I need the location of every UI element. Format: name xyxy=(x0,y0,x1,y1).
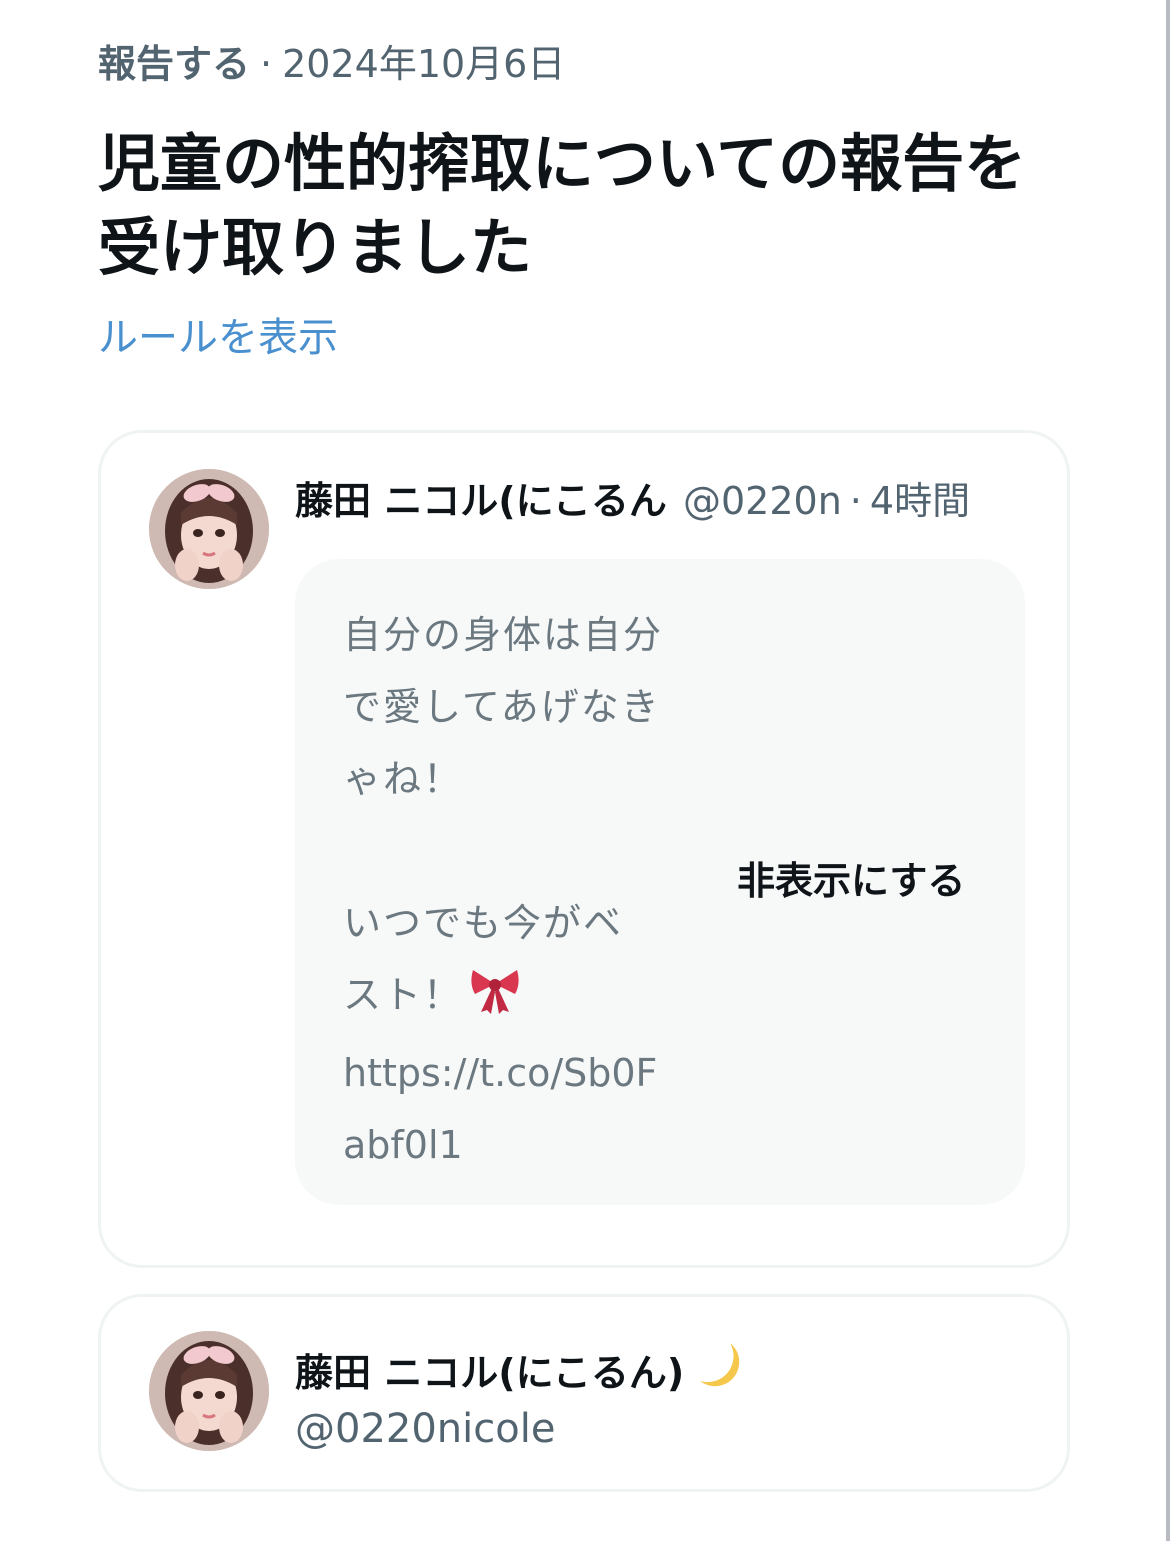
account-display-name[interactable]: 藤田 ニコル(にこるん) xyxy=(295,1337,748,1408)
page-title: 児童の性的搾取についての報告を受け取りました xyxy=(98,127,1027,284)
report-meta: 報告する · 2024年10月6日 xyxy=(98,40,565,88)
report-date: 2024年10月6日 xyxy=(282,42,566,86)
profile-photo-avatar-icon xyxy=(149,469,269,589)
post-text: 自分の身体は自分で愛してあげなきゃね！ いつでも今がベスト！ https://t… xyxy=(343,599,663,1181)
avatar[interactable] xyxy=(149,1331,269,1451)
hide-button[interactable]: 非表示にする xyxy=(737,855,965,907)
post-header: 藤田 ニコル(にこるん) @0220n · 4時間 xyxy=(295,473,1015,529)
crescent-moon-icon xyxy=(692,1337,748,1408)
account-name-text: 藤田 ニコル(にこるん) xyxy=(295,1350,685,1395)
post-body: 自分の身体は自分で愛してあげなきゃね！ いつでも今がベスト！ https://t… xyxy=(295,559,1025,1205)
ribbon-icon xyxy=(469,964,521,1037)
post-author-handle[interactable]: @0220n xyxy=(683,473,842,529)
profile-photo-avatar-icon xyxy=(149,1331,269,1451)
post-link[interactable]: https://t.co/Sb0Fabf0l1 xyxy=(343,1037,663,1181)
reported-post-card: 藤田 ニコル(にこるん) @0220n · 4時間 自分の身体は自分で愛してあげ… xyxy=(98,430,1070,1268)
post-header-separator: · xyxy=(849,479,862,523)
reported-account-card: 藤田 ニコル(にこるん) @0220nicole xyxy=(98,1294,1070,1492)
account-handle[interactable]: @0220nicole xyxy=(295,1401,555,1457)
view-rules-link[interactable]: ルールを表示 xyxy=(98,312,338,364)
window-edge xyxy=(1166,0,1170,1541)
meta-separator: · xyxy=(260,42,273,86)
post-text-content: 自分の身体は自分で愛してあげなきゃね！ いつでも今がベスト！ xyxy=(343,613,664,1017)
post-author-name[interactable]: 藤田 ニコル(にこるん) xyxy=(295,473,667,529)
avatar[interactable] xyxy=(149,469,269,589)
post-timestamp: 4時間 xyxy=(869,479,971,523)
report-kind-label: 報告する xyxy=(98,42,251,86)
